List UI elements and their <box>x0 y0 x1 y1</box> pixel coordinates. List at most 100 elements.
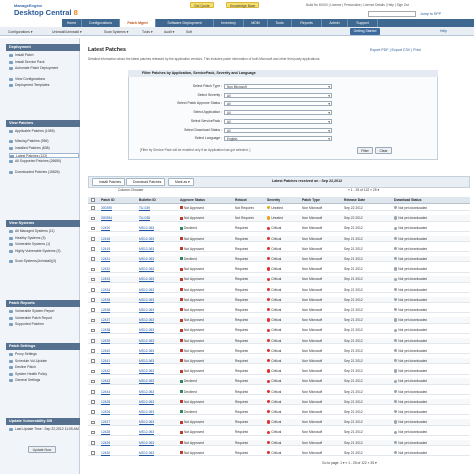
filter-select-select-servicepack[interactable]: All <box>224 118 332 124</box>
clear-button[interactable]: Clear <box>375 147 392 154</box>
cell-bulletin-id[interactable]: MS12-063 <box>139 256 154 262</box>
sidebar-item-all-managed-systems-11[interactable]: All Managed Systems (11) <box>9 229 79 234</box>
tab-configurations[interactable]: Configurations <box>82 19 120 27</box>
table-row[interactable]: 12443 MS12-063 Declined Required Critical Non… <box>88 378 470 385</box>
cell-patch-id[interactable]: 12439 <box>101 338 110 344</box>
row-checkbox[interactable] <box>91 400 95 404</box>
mark-as-button[interactable]: Mark as ▾ <box>168 178 194 186</box>
sidebar-item-general-settings[interactable]: General Settings <box>9 378 79 383</box>
cell-patch-id[interactable]: 12419 <box>101 246 110 252</box>
cell-bulletin-id[interactable]: MS12-063 <box>139 266 154 272</box>
filter-select-select-download-status[interactable]: All <box>224 127 332 133</box>
sidebar-item-supported-patches[interactable]: Supported Patches <box>9 322 79 327</box>
header-links[interactable]: Build No 80100 | License | Personalize |… <box>306 2 409 8</box>
row-checkbox[interactable] <box>91 328 95 333</box>
cell-bulletin-id[interactable]: MS12-063 <box>139 348 154 354</box>
column-patch-type[interactable]: Patch Type <box>302 197 320 204</box>
row-checkbox[interactable] <box>91 338 95 343</box>
table-row[interactable]: 12429 MS12-063 Not Approved Required Critica… <box>88 439 470 446</box>
filter-select-select-patch-type[interactable]: Non Microsoft <box>224 84 332 89</box>
cell-bulletin-id[interactable]: MS12-063 <box>139 450 154 456</box>
cell-patch-id[interactable]: 12427 <box>101 419 110 425</box>
row-checkbox[interactable] <box>91 379 95 384</box>
sidebar-section-view-patches[interactable]: View Patches <box>6 120 80 127</box>
cell-bulletin-id[interactable]: MS12-063 <box>139 276 154 282</box>
row-checkbox[interactable] <box>91 318 95 323</box>
column-severity[interactable]: Severity <box>267 197 280 204</box>
row-checkbox[interactable] <box>91 216 95 221</box>
cell-patch-id[interactable]: 12429 <box>101 440 110 446</box>
table-row[interactable]: 12441 MS12-063 Not Approved Required Critica… <box>88 358 470 365</box>
column-patch-id[interactable]: Patch ID <box>101 197 115 204</box>
sidebar-item-schedule-vul-update[interactable]: Schedule Vul-Update <box>9 359 79 364</box>
cell-bulletin-id[interactable]: MS12-063 <box>139 429 154 435</box>
filter-select-select-application[interactable]: All <box>224 110 332 116</box>
table-row[interactable]: 12444 MS12-063 Declined Required Critical Non… <box>88 389 470 395</box>
cell-patch-id[interactable]: 12440 <box>101 348 110 354</box>
update-now-button[interactable]: Update Now <box>28 446 56 453</box>
column-chooser-link[interactable]: Column Chooser <box>118 188 143 192</box>
row-checkbox[interactable] <box>91 420 95 425</box>
column-approve-status[interactable]: Approve Status <box>180 197 205 204</box>
cell-bulletin-id[interactable]: MS12-063 <box>139 287 154 293</box>
tab-software-deployment[interactable]: Software Deployment <box>156 19 214 27</box>
row-checkbox[interactable] <box>91 247 95 251</box>
cell-patch-id[interactable]: 300394 <box>101 215 112 221</box>
sidebar-section-deployment[interactable]: Deployment <box>6 44 80 51</box>
sidebar-item-deployment-templates[interactable]: Deployment Templates <box>9 83 79 88</box>
cell-patch-id[interactable]: 12420 <box>101 225 110 231</box>
cell-bulletin-id[interactable]: MS12-063 <box>139 327 154 333</box>
tab-tools[interactable]: Tools <box>268 19 292 27</box>
cell-bulletin-id[interactable]: MS12-063 <box>139 236 154 242</box>
menu-tools[interactable]: Tools ▾ <box>142 29 153 35</box>
table-row[interactable]: 300395 TU-039 Not Approved Not Required Unra… <box>88 205 470 212</box>
cell-patch-id[interactable]: 12438 <box>101 327 110 333</box>
table-row[interactable]: 12427 MS12-063 Not Approved Required Critica… <box>88 419 470 426</box>
filter-select-select-severity[interactable]: All <box>224 92 332 98</box>
cell-patch-id[interactable]: 12425 <box>101 399 110 405</box>
row-checkbox[interactable] <box>91 277 95 282</box>
row-checkbox[interactable] <box>91 369 95 374</box>
sidebar-item-applicable-patches-1085[interactable]: Applicable Patches (1085) <box>9 129 79 138</box>
row-checkbox[interactable] <box>91 257 95 261</box>
sidebar-item-downloaded-patches-15826[interactable]: Downloaded Patches (15826) <box>9 170 79 179</box>
sidebar-section-patch-reports[interactable]: Patch Reports <box>6 300 80 307</box>
sidebar-item-install-patch[interactable]: Install Patch <box>9 53 79 58</box>
menu-soft[interactable]: Soft <box>186 29 192 35</box>
cell-patch-id[interactable]: 12432 <box>101 266 110 272</box>
cell-patch-id[interactable]: 12441 <box>101 358 110 364</box>
tab-mdm[interactable]: MDM <box>244 19 268 27</box>
cell-bulletin-id[interactable]: TU-039 <box>139 205 150 211</box>
cell-patch-id[interactable]: 300395 <box>101 205 112 211</box>
cell-patch-id[interactable]: 12426 <box>101 409 110 415</box>
table-row[interactable]: 12435 MS12-063 Not Approved Required Critica… <box>88 296 470 304</box>
cell-bulletin-id[interactable]: MS12-063 <box>139 297 154 303</box>
cell-patch-id[interactable]: 12418 <box>101 236 110 242</box>
sidebar-item-missing-patches-956[interactable]: Missing Patches (956) <box>9 139 79 144</box>
row-checkbox[interactable] <box>91 410 95 414</box>
row-checkbox[interactable] <box>91 308 95 312</box>
sidebar-item-decline-patch[interactable]: Decline Patch <box>9 365 79 370</box>
cell-bulletin-id[interactable]: MS12-063 <box>139 399 154 405</box>
menu-audit[interactable]: Audit ▾ <box>164 29 174 35</box>
cell-bulletin-id[interactable]: MS12-063 <box>139 378 154 384</box>
sidebar-item-highly-vulnerable-systems-3[interactable]: Highly Vulnerable Systems (3) <box>9 249 79 258</box>
export-links[interactable]: Export PDF | Export CSV | Print <box>370 48 421 52</box>
sidebar-section-update-vulnerability-db[interactable]: Update Vulnerability DB <box>6 418 80 425</box>
getting-started-button[interactable]: Getting Started <box>350 28 380 35</box>
table-row[interactable]: 12442 MS12-063 Not Approved Required Critica… <box>88 368 470 375</box>
row-checkbox[interactable] <box>91 226 95 231</box>
table-row[interactable]: 12419 MS12-063 Not Approved Required Critica… <box>88 246 470 253</box>
row-checkbox[interactable] <box>91 389 95 394</box>
get-quote-button[interactable]: Get Quote <box>190 2 214 8</box>
row-checkbox[interactable] <box>91 440 95 445</box>
table-row[interactable]: 12428 MS12-063 Not Approved Required Critica… <box>88 429 470 436</box>
menu-uninstall[interactable]: Uninstall/Uninstall ▾ <box>52 29 82 35</box>
search-input[interactable] <box>368 11 416 17</box>
cell-bulletin-id[interactable]: TU-038 <box>139 215 150 221</box>
cell-bulletin-id[interactable]: MS12-063 <box>139 409 154 415</box>
cell-bulletin-id[interactable]: MS12-063 <box>139 419 154 425</box>
cell-bulletin-id[interactable]: MS12-063 <box>139 389 154 395</box>
cell-patch-id[interactable]: 12434 <box>101 287 110 293</box>
table-row[interactable]: 12440 MS12-063 Not Approved Required Critica… <box>88 348 470 355</box>
